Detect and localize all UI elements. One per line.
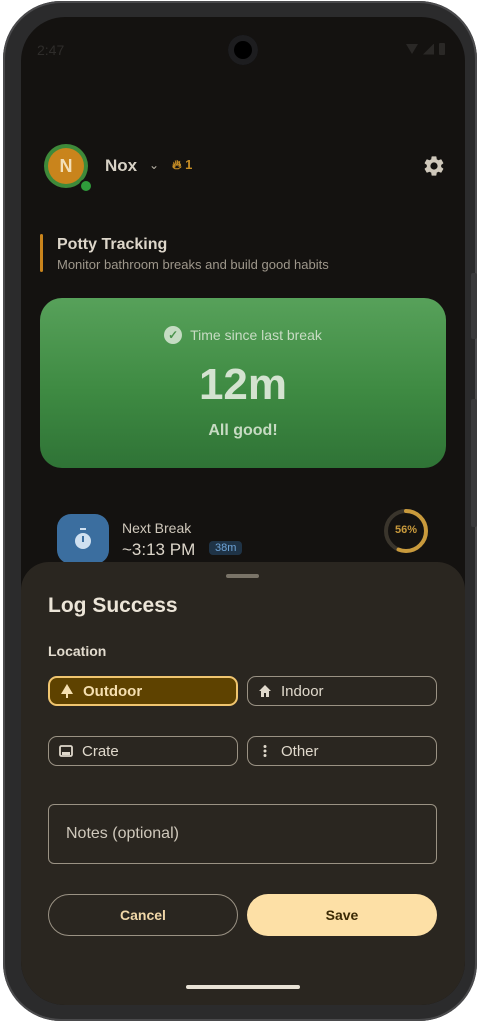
avatar-letter: N <box>48 148 84 184</box>
stopwatch-icon <box>57 514 109 564</box>
next-break-time: ~3:13 PM <box>122 540 196 559</box>
tree-icon <box>60 684 74 698</box>
pet-avatar[interactable]: N <box>44 144 93 193</box>
card-label-row: ✓ Time since last break <box>40 326 446 344</box>
cancel-button[interactable]: Cancel <box>48 894 238 936</box>
flame-icon: 🔥︎ <box>172 157 182 172</box>
notes-placeholder: Notes (optional) <box>66 825 179 842</box>
home-indicator[interactable] <box>186 985 300 989</box>
next-break-remaining: 38m <box>209 541 243 555</box>
sheet-drag-handle[interactable] <box>226 574 259 578</box>
battery-icon <box>439 43 445 55</box>
online-indicator <box>79 179 93 193</box>
signal-icon <box>423 43 434 55</box>
location-chip-other[interactable]: Other <box>247 736 437 766</box>
check-circle-icon: ✓ <box>164 326 183 344</box>
location-chip-outdoor[interactable]: Outdoor <box>48 676 238 706</box>
crate-icon <box>59 744 73 758</box>
pet-header: N Nox ⌄ 🔥︎ 1 <box>44 142 446 193</box>
chip-label: Indoor <box>281 682 324 700</box>
card-label: Time since last break <box>190 327 322 343</box>
section-subtitle: Monitor bathroom breaks and build good h… <box>57 257 329 272</box>
screen: 2:47 N Nox ⌄ 🔥︎ 1 Potty Tracking Monitor… <box>21 17 465 1005</box>
time-since-break-card: ✓ Time since last break 12m All good! <box>40 298 446 468</box>
section-header: Potty Tracking Monitor bathroom breaks a… <box>40 234 440 274</box>
location-chip-indoor[interactable]: Indoor <box>247 676 437 706</box>
save-button[interactable]: Save <box>247 894 437 936</box>
more-vert-icon <box>258 744 272 758</box>
elapsed-time: 12m <box>198 360 288 409</box>
log-success-sheet: Log Success Location Outdoor Indoor Crat… <box>21 562 465 1005</box>
status-time: 2:47 <box>37 42 65 58</box>
front-camera <box>228 35 258 65</box>
card-status: All good! <box>208 422 278 439</box>
streak-badge: 🔥︎ 1 <box>172 157 192 173</box>
status-bar: 2:47 <box>21 17 465 67</box>
streak-count: 1 <box>185 157 193 172</box>
next-break-row: Next Break ~3:13 PM 38m 56% <box>57 509 437 568</box>
chevron-down-icon[interactable]: ⌄ <box>149 158 159 172</box>
wifi-icon <box>406 44 418 54</box>
chip-label: Crate <box>82 742 119 760</box>
progress-percent: 56% <box>394 524 418 536</box>
gear-icon[interactable] <box>422 154 446 178</box>
power-button <box>471 273 477 339</box>
section-title: Potty Tracking <box>57 236 168 253</box>
home-icon <box>258 684 272 698</box>
volume-button <box>471 399 477 527</box>
chip-label: Other <box>281 742 319 760</box>
section-accent-bar <box>40 234 43 272</box>
location-label: Location <box>48 643 107 659</box>
chip-label: Outdoor <box>83 682 143 700</box>
location-chip-crate[interactable]: Crate <box>48 736 238 766</box>
next-break-label: Next Break <box>122 520 192 536</box>
sheet-title: Log Success <box>48 594 178 617</box>
pet-name[interactable]: Nox <box>105 156 137 176</box>
phone-frame: 2:47 N Nox ⌄ 🔥︎ 1 Potty Tracking Monitor… <box>3 1 477 1021</box>
status-icons <box>406 43 445 55</box>
notes-input[interactable]: Notes (optional) <box>48 804 437 864</box>
